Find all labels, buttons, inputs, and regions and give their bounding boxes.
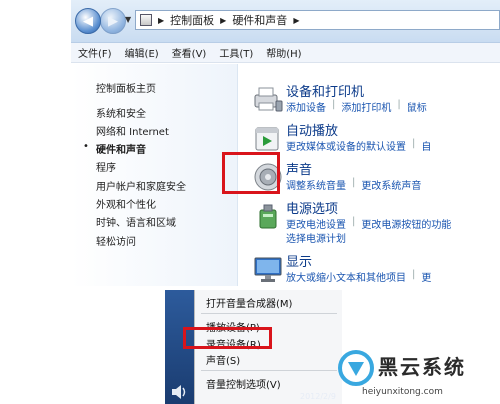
back-button[interactable]: ◀ <box>75 8 101 34</box>
sidebar-item-appearance[interactable]: 外观和个性化 <box>96 196 156 211</box>
link-add-printer[interactable]: 添加打印机 <box>341 99 391 114</box>
monitor-icon <box>254 257 282 282</box>
menu-item-sounds[interactable]: 声音(S) <box>206 352 240 367</box>
autoplay-icon <box>255 127 279 151</box>
link-separator: | <box>397 99 401 110</box>
category-title[interactable]: 自动播放 <box>286 120 338 139</box>
watermark-url: heiyunxitong.com <box>362 387 443 397</box>
sidebar-item-user-accounts[interactable]: 用户帐户和家庭安全 <box>96 178 186 193</box>
sidebar-item-clock-language[interactable]: 时钟、语言和区域 <box>96 214 176 229</box>
category-power-options: 电源选项 更改电池设置 | 更改电源按钮的功能 选择电源计划 <box>238 198 500 245</box>
breadcrumb-control-panel[interactable]: 控制面板 <box>170 12 214 28</box>
address-box[interactable]: ▶ 控制面板 ▶ 硬件和声音 ▶ <box>135 10 500 30</box>
menu-edit[interactable]: 编辑(E) <box>125 45 159 60</box>
link-mouse[interactable]: 鼠标 <box>407 99 427 114</box>
link-change-battery-settings[interactable]: 更改电池设置 <box>286 216 346 231</box>
category-title[interactable]: 显示 <box>286 251 312 270</box>
menu-bar: 文件(F) 编辑(E) 查看(V) 工具(T) 帮助(H) <box>71 43 500 63</box>
link-autoplay-cd[interactable]: 自 <box>421 138 431 153</box>
breadcrumb-separator-icon: ▶ <box>220 15 227 25</box>
volume-tray-icon[interactable] <box>165 380 194 404</box>
control-panel-window: ◀ ▶ ▼ ▶ 控制面板 ▶ 硬件和声音 ▶ 文件(F) 编辑(E) 查看(V)… <box>71 0 500 286</box>
active-bullet-icon: • <box>83 141 89 152</box>
sidebar-item-home[interactable]: 控制面板主页 <box>96 80 156 95</box>
highlight-box-recording-devices <box>183 327 272 349</box>
printer-icon <box>254 87 283 112</box>
menu-item-open-volume-mixer[interactable]: 打开音量合成器(M) <box>206 295 292 310</box>
forward-arrow-icon: ▶ <box>108 13 118 29</box>
link-display-more[interactable]: 更 <box>421 269 431 284</box>
link-separator: | <box>352 216 356 227</box>
menu-tools[interactable]: 工具(T) <box>219 45 253 60</box>
link-adjust-volume[interactable]: 调整系统音量 <box>286 177 346 192</box>
sidebar-item-hardware-sound[interactable]: 硬件和声音 <box>96 141 146 156</box>
link-change-system-sounds[interactable]: 更改系统声音 <box>361 177 421 192</box>
link-change-default-settings[interactable]: 更改媒体或设备的默认设置 <box>286 138 406 153</box>
sidebar-item-system-security[interactable]: 系统和安全 <box>96 105 146 120</box>
category-title[interactable]: 设备和打印机 <box>286 81 364 100</box>
category-devices-printers: 设备和打印机 添加设备 | 添加打印机 | 鼠标 <box>238 81 500 125</box>
menu-separator <box>201 370 337 371</box>
category-display: 显示 放大或缩小文本和其他项目 | 更 <box>238 251 500 286</box>
category-title[interactable]: 声音 <box>286 159 312 178</box>
link-separator: | <box>352 177 356 188</box>
category-title[interactable]: 电源选项 <box>286 198 338 217</box>
menu-file[interactable]: 文件(F) <box>78 45 112 60</box>
menu-item-volume-control-options[interactable]: 音量控制选项(V) <box>206 376 281 391</box>
control-panel-icon <box>140 14 152 26</box>
watermark-brand: 黑云系统 <box>378 355 466 379</box>
breadcrumb-separator-icon: ▶ <box>158 15 165 25</box>
sidebar-item-network[interactable]: 网络和 Internet <box>96 123 169 138</box>
link-separator: | <box>332 99 336 110</box>
menu-help[interactable]: 帮助(H) <box>266 45 301 60</box>
address-bar-area: ◀ ▶ ▼ ▶ 控制面板 ▶ 硬件和声音 ▶ <box>71 0 500 43</box>
forward-button[interactable]: ▶ <box>100 8 126 34</box>
menu-separator <box>201 313 337 314</box>
breadcrumb-hardware-sound[interactable]: 硬件和声音 <box>232 12 287 28</box>
power-icon <box>259 204 277 229</box>
link-zoom-text[interactable]: 放大或缩小文本和其他项目 <box>286 269 406 284</box>
recent-pages-dropdown-icon[interactable]: ▼ <box>125 15 131 24</box>
sidebar-item-programs[interactable]: 程序 <box>96 159 116 174</box>
brand-logo-icon <box>338 350 374 386</box>
sidebar-item-ease-of-access[interactable]: 轻松访问 <box>96 233 136 248</box>
taskbar-clock: 2012/2/9 <box>300 392 336 401</box>
sidebar: 控制面板主页 系统和安全 网络和 Internet • 硬件和声音 程序 用户帐… <box>71 64 238 286</box>
link-choose-power-plan[interactable]: 选择电源计划 <box>286 230 346 245</box>
link-separator: | <box>412 138 416 149</box>
menu-view[interactable]: 查看(V) <box>172 45 207 60</box>
highlight-box-sound <box>222 152 280 194</box>
link-add-device[interactable]: 添加设备 <box>286 99 326 114</box>
back-arrow-icon: ◀ <box>83 13 93 29</box>
link-power-button-function[interactable]: 更改电源按钮的功能 <box>361 216 451 231</box>
link-separator: | <box>412 269 416 280</box>
breadcrumb-separator-icon: ▶ <box>293 15 300 25</box>
